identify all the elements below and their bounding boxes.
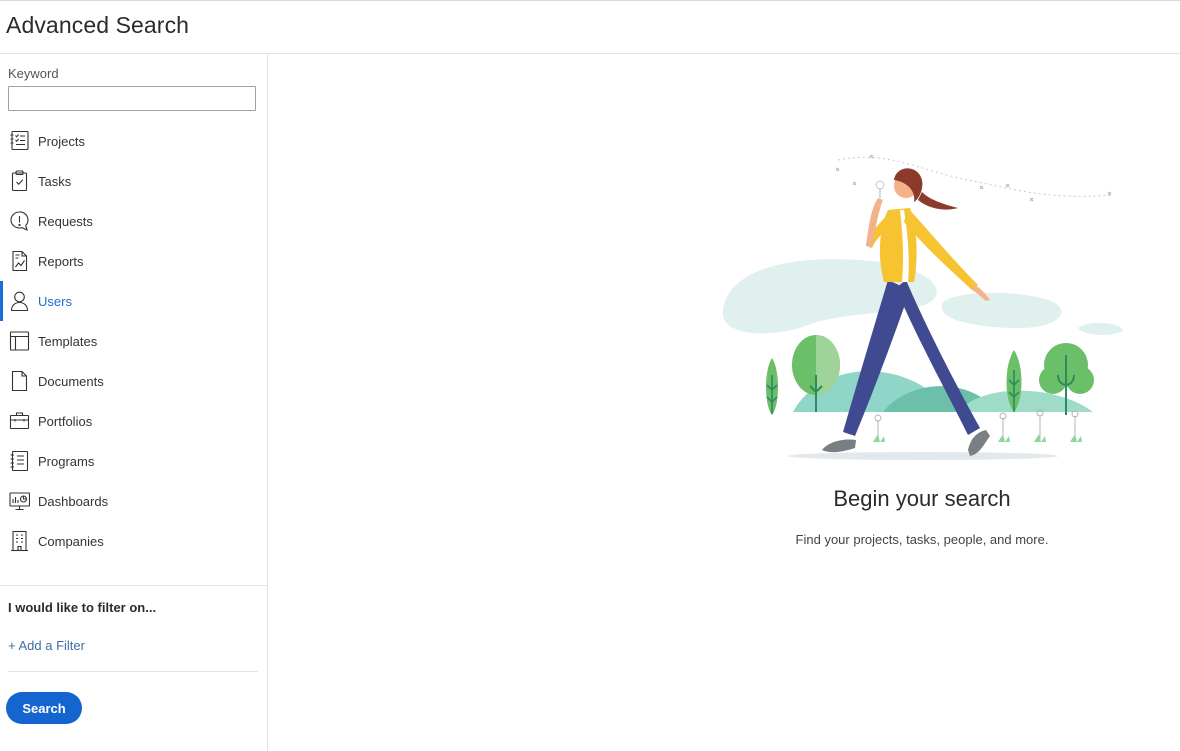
add-filter-link[interactable]: + Add a Filter <box>8 638 85 653</box>
report-chart-icon <box>9 250 30 272</box>
sidebar-item-tasks[interactable]: Tasks <box>0 161 267 201</box>
sidebar-item-companies[interactable]: Companies <box>0 521 267 561</box>
sidebar-item-portfolios[interactable]: Portfolios <box>0 401 267 441</box>
filter-heading: I would like to filter on... <box>8 600 157 615</box>
divider <box>0 585 267 586</box>
briefcase-icon <box>9 410 30 432</box>
sidebar-item-label: Programs <box>38 453 95 469</box>
notebook-list-icon <box>9 450 30 472</box>
page-title: Advanced Search <box>6 12 190 38</box>
sidebar-item-templates[interactable]: Templates <box>0 321 267 361</box>
main-content: Begin your search Find your projects, ta… <box>268 54 1180 751</box>
sidebar-item-dashboards[interactable]: Dashboards <box>0 481 267 521</box>
divider <box>8 671 258 672</box>
clipboard-check-icon <box>9 170 30 192</box>
sidebar: Keyword Projects Tasks Requests Reports … <box>0 54 268 751</box>
sidebar-item-label: Requests <box>38 213 93 229</box>
sidebar-item-label: Portfolios <box>38 413 93 429</box>
search-button[interactable]: Search <box>6 692 82 724</box>
sidebar-item-label: Companies <box>38 533 104 549</box>
sidebar-item-documents[interactable]: Documents <box>0 361 267 401</box>
sidebar-item-users[interactable]: Users <box>0 281 267 321</box>
sidebar-item-label: Reports <box>38 253 84 269</box>
document-icon <box>9 370 30 392</box>
sidebar-item-programs[interactable]: Programs <box>0 441 267 481</box>
sidebar-item-projects[interactable]: Projects <box>0 121 267 161</box>
template-layout-icon <box>9 330 30 352</box>
sidebar-item-label: Documents <box>38 373 104 389</box>
sidebar-item-label: Projects <box>38 133 85 149</box>
sidebar-item-label: Templates <box>38 333 98 349</box>
keyword-label: Keyword <box>8 66 59 81</box>
object-type-nav: Projects Tasks Requests Reports Users Te… <box>0 121 267 561</box>
empty-state-subtitle: Find your projects, tasks, people, and m… <box>795 532 1049 547</box>
empty-state-title: Begin your search <box>833 486 1011 511</box>
speech-bubble-exclamation-icon <box>9 210 30 232</box>
keyword-input[interactable] <box>8 86 256 111</box>
page-header: Advanced Search <box>0 0 1180 54</box>
projects-icon <box>9 130 30 152</box>
sidebar-item-requests[interactable]: Requests <box>0 201 267 241</box>
user-icon <box>9 290 30 312</box>
sidebar-item-label: Tasks <box>38 173 72 189</box>
building-icon <box>9 530 30 552</box>
sidebar-item-label: Dashboards <box>38 493 109 509</box>
dashboard-monitor-icon <box>9 490 30 512</box>
walking-woman-illustration <box>722 154 1123 460</box>
sidebar-item-reports[interactable]: Reports <box>0 241 267 281</box>
sidebar-item-label: Users <box>38 293 72 309</box>
